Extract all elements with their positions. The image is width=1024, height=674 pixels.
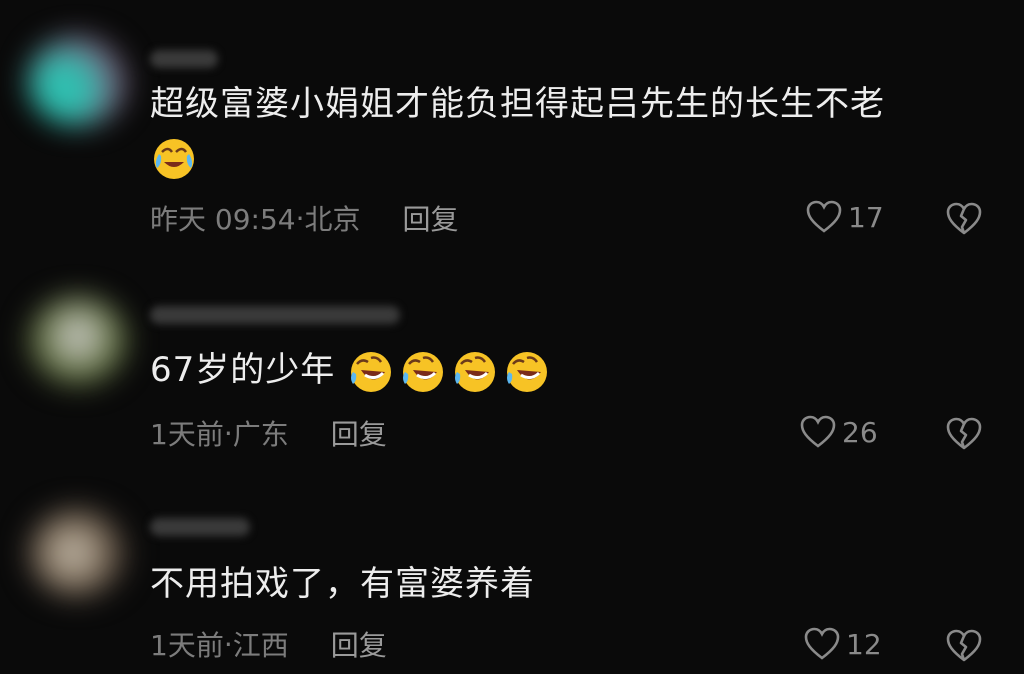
username-blurred[interactable]: [150, 50, 218, 68]
heart-icon: [800, 415, 836, 448]
username-blurred[interactable]: [150, 306, 400, 324]
meta-separator: ·: [295, 201, 305, 235]
comment-text-body: 67岁的少年: [150, 350, 336, 390]
comment-text: 67岁的少年: [150, 346, 551, 396]
comment-time: 1天前: [150, 418, 224, 451]
heart-icon: [804, 627, 840, 660]
reply-button[interactable]: 回复: [331, 624, 387, 664]
reply-button[interactable]: 回复: [331, 413, 387, 453]
rofl-icon: [351, 351, 392, 392]
like-button[interactable]: 26: [800, 415, 878, 449]
meta-separator: ·: [223, 416, 233, 450]
comment-meta: 1天前 · 江西 回复: [150, 624, 387, 664]
comment-location: 广东: [232, 418, 289, 451]
broken-heart-icon: [946, 417, 982, 450]
username-blurred[interactable]: [150, 518, 250, 536]
comment-time: 昨天 09:54: [150, 203, 296, 236]
rofl-icon: [455, 351, 496, 392]
avatar[interactable]: [28, 508, 128, 598]
comment-meta: 1天前 · 广东 回复: [150, 413, 387, 453]
comment-text: 超级富婆小娟姐才能负担得起吕先生的长生不老: [150, 80, 885, 128]
meta-separator: ·: [223, 627, 233, 661]
broken-heart-icon: [946, 202, 982, 235]
reply-button[interactable]: 回复: [403, 198, 459, 238]
like-button[interactable]: 17: [806, 200, 884, 234]
like-count: 17: [848, 200, 884, 234]
avatar[interactable]: [28, 36, 128, 126]
like-button[interactable]: 12: [804, 627, 882, 661]
rofl-icon: [403, 351, 444, 392]
heart-icon: [806, 200, 842, 233]
emoji-row: [347, 348, 551, 396]
dislike-button[interactable]: [946, 202, 982, 240]
dislike-button[interactable]: [946, 417, 982, 455]
comment-emoji-line: [150, 132, 198, 182]
laugh-cry-icon: [154, 138, 194, 179]
like-count: 26: [842, 415, 878, 449]
comment-time: 1天前: [150, 629, 224, 662]
comment-location: 江西: [232, 629, 289, 662]
avatar[interactable]: [28, 296, 128, 386]
comment-text-body: 不用拍戏了，有富婆养着: [150, 564, 535, 604]
rofl-icon: [507, 351, 548, 392]
broken-heart-icon: [946, 629, 982, 662]
like-count: 12: [846, 627, 882, 661]
comment-text: 不用拍戏了，有富婆养着: [150, 560, 535, 608]
comment-location: 北京: [304, 203, 361, 236]
comment-text-body: 超级富婆小娟姐才能负担得起吕先生的长生不老: [150, 84, 885, 124]
comment-meta: 昨天 09:54 · 北京 回复: [150, 198, 459, 238]
dislike-button[interactable]: [946, 629, 982, 667]
